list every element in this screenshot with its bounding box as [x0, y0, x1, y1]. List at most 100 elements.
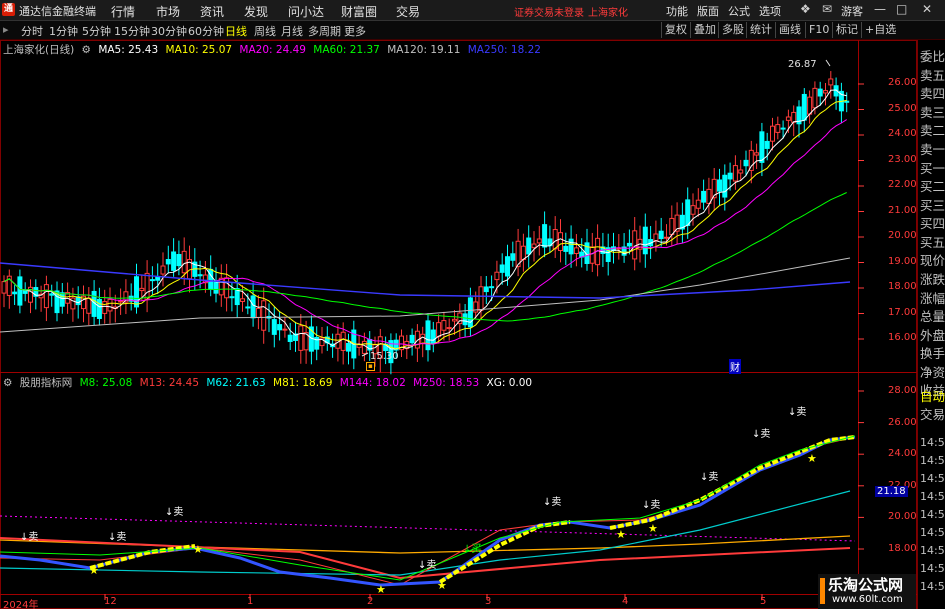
candle-body: [96, 298, 102, 319]
candle-body: [764, 140, 770, 149]
auto-trade-tab[interactable]: 自动: [920, 386, 945, 405]
candle-body: [748, 149, 754, 171]
buy-signal: ↓买: [463, 543, 481, 555]
candle-body: [653, 233, 659, 242]
candle-body: [568, 238, 574, 255]
quote-field: 买三: [920, 198, 945, 213]
candle-body: [229, 296, 235, 299]
quote-field: 换手: [920, 346, 945, 361]
finance-badge[interactable]: 财: [729, 359, 741, 374]
candle-body: [213, 280, 219, 294]
candle-body: [785, 116, 791, 121]
candle-body: [844, 100, 850, 103]
candle-body: [738, 169, 744, 174]
date-label: 2: [367, 596, 374, 607]
date-label: 12: [104, 596, 117, 607]
ma60-label: MA60: 21.37: [313, 44, 380, 56]
m8-label: M8: 25.08: [79, 377, 133, 389]
sell-signal: ↓卖: [20, 531, 38, 543]
ma20-label: MA20: 24.49: [239, 44, 306, 56]
candle-body: [632, 230, 638, 260]
settings-icon[interactable]: ⚙: [82, 44, 91, 56]
candle-body: [271, 319, 277, 335]
m13-label: M13: 24.45: [139, 377, 199, 389]
y-tick: 22.00: [888, 179, 917, 190]
candle-body: [75, 296, 81, 306]
candle-body: [197, 274, 203, 277]
event-marker-icon[interactable]: ▪: [366, 362, 375, 371]
sell-signal: ↓卖: [788, 406, 806, 418]
quote-field: 买四: [920, 216, 945, 231]
ma5-line: [3, 89, 847, 350]
candle-body: [722, 174, 728, 198]
candle-body: [690, 205, 696, 215]
tick-time: 14:56: [920, 436, 945, 449]
m8-yellow-segment: [609, 435, 856, 530]
sell-signal: ↓卖: [543, 496, 561, 508]
candle-body: [346, 342, 351, 352]
ma250-label: MA250: 18.22: [467, 44, 541, 56]
quote-field: 卖一: [920, 142, 945, 157]
sell-signal: ↓卖: [418, 559, 436, 571]
ma10-label: MA10: 25.07: [165, 44, 233, 56]
candle-body: [489, 286, 495, 289]
tick-time: 14:56: [920, 544, 945, 557]
candle-body: [754, 152, 760, 156]
watermark-url: www.60lt.com: [832, 594, 903, 605]
quote-side-panel: 委比 卖五 卖四 卖三 卖二 卖一 买一 买二 买三 买四 买五 现价 涨跌 涨…: [917, 40, 945, 609]
star-marker: ★: [648, 522, 658, 535]
quote-field: 买一: [920, 161, 945, 176]
indicator-settings-icon[interactable]: ⚙: [3, 377, 12, 389]
candle-body: [552, 229, 558, 250]
sub-y-tick: 28.00: [888, 385, 917, 396]
candle-body: [240, 298, 245, 302]
ma20-line: [3, 119, 847, 346]
y-tick: 24.00: [888, 128, 917, 139]
close-icon[interactable]: ✕: [922, 2, 932, 16]
indicator-name[interactable]: 股朋指标网: [20, 377, 73, 389]
m81-label: M81: 18.69: [273, 377, 333, 389]
candle-body: [340, 331, 346, 351]
candle-body: [717, 179, 722, 192]
y-tick: 16.00: [888, 332, 917, 343]
y-tick: 26.00: [888, 77, 917, 88]
candle-body: [685, 199, 691, 226]
sub-y-tick: 18.00: [888, 543, 917, 554]
candle-body: [430, 329, 436, 344]
candle-body: [664, 236, 669, 239]
ma10-line: [3, 99, 847, 350]
y-tick: 18.00: [888, 281, 917, 292]
sub-chart-legend: ⚙ 股朋指标网 M8: 25.08 M13: 24.45 M62: 21.63 …: [3, 375, 536, 390]
candle-body: [165, 258, 171, 265]
candle-body: [791, 111, 797, 123]
candle-body: [409, 334, 415, 344]
candle-body: [510, 253, 516, 261]
candle-body: [1, 281, 7, 294]
candle-body: [134, 276, 139, 308]
quote-field: 卖五: [920, 68, 945, 83]
candle-body: [181, 250, 187, 274]
trade-tab[interactable]: 交易: [920, 404, 945, 423]
candle-body: [255, 307, 261, 318]
candle-body: [282, 328, 288, 331]
candle-body: [499, 264, 505, 273]
sub-y-tick: 24.00: [888, 448, 917, 459]
candle-body: [775, 124, 781, 133]
candle-body: [218, 277, 224, 296]
candle-body: [669, 217, 675, 236]
stock-name: 上海家化(日线): [3, 44, 75, 56]
ma5-label: MA5: 25.43: [98, 44, 159, 56]
kline-chart[interactable]: ↓卖 ↓卖 ↓卖 ↓卖 ↓卖 ↓卖 ↓卖 ↓卖 ↓卖 ↓买 ★ ★ ★ ★ ★ ★ ★: [0, 0, 917, 609]
candle-body: [589, 246, 595, 264]
star-marker: ★: [193, 543, 203, 556]
quote-field: 总量: [920, 309, 945, 324]
candle-body: [149, 279, 155, 282]
candle-body: [478, 286, 484, 311]
sell-signal: ↓卖: [642, 499, 660, 511]
candle-body: [828, 78, 834, 86]
candle-body: [823, 90, 828, 94]
sub-y-tick: 26.00: [888, 417, 917, 428]
candle-body: [245, 306, 251, 309]
sell-signal: ↓卖: [108, 531, 126, 543]
candle-body: [558, 232, 563, 251]
